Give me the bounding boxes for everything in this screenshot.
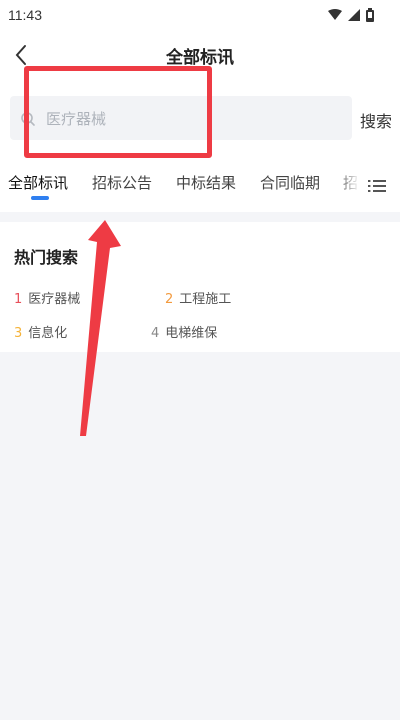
hot-search-rank: 4 [151, 326, 160, 341]
hot-search-item[interactable]: 2 工程施工 [165, 288, 231, 307]
hot-search-item[interactable]: 1 医疗器械 [14, 288, 80, 307]
list-menu-icon [368, 180, 386, 192]
wifi-icon [328, 9, 342, 20]
signal-icon [348, 9, 360, 21]
tab-menu-button[interactable] [362, 172, 392, 200]
hot-search-label: 医疗器械 [28, 292, 81, 307]
hot-search-label: 信息化 [28, 326, 68, 341]
tab-contract-expiring[interactable]: 合同临期 [260, 172, 320, 193]
hot-search-section: 热门搜索 1 医疗器械 2 工程施工 3 信息化 4 电梯维保 [0, 222, 400, 352]
header: 全部标讯 [0, 32, 400, 78]
search-input[interactable] [46, 106, 296, 132]
tab-tender-notice[interactable]: 招标公告 [92, 172, 152, 193]
status-time: 11:43 [8, 7, 42, 23]
hot-search-item[interactable]: 3 信息化 [14, 322, 67, 341]
tab-fade [336, 160, 360, 212]
tab-all[interactable]: 全部标讯 [8, 172, 68, 193]
hot-search-rank: 2 [165, 292, 174, 307]
tab-active-indicator [31, 196, 49, 200]
hot-search-item[interactable]: 4 电梯维保 [151, 322, 217, 341]
hot-search-title: 热门搜索 [14, 248, 79, 267]
hot-search-rank: 3 [14, 326, 23, 341]
tab-bid-result[interactable]: 中标结果 [176, 172, 236, 193]
search-button[interactable]: 搜索 [360, 108, 392, 132]
status-bar: 11:43 [0, 0, 400, 32]
hot-search-label: 电梯维保 [165, 326, 218, 341]
search-icon [21, 112, 35, 126]
hot-search-label: 工程施工 [179, 292, 232, 307]
status-icons [328, 8, 374, 22]
tab-bar: 全部标讯 招标公告 中标结果 合同临期 招 [0, 160, 400, 212]
hot-search-rank: 1 [14, 292, 23, 307]
search-row: 搜索 [0, 78, 400, 160]
battery-icon [366, 8, 374, 22]
page-title: 全部标讯 [166, 48, 234, 68]
